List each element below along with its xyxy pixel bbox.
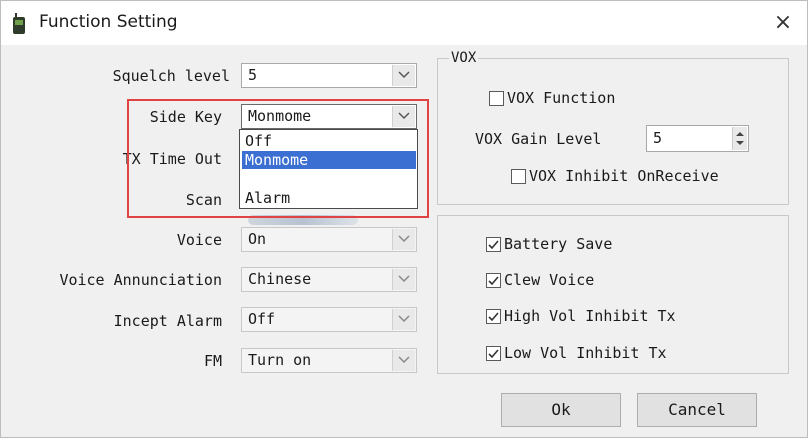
dropdown-arrow-icon[interactable] [392,65,415,86]
fm-select[interactable]: Turn on [241,348,417,373]
squelch-level-select[interactable]: 5 [241,63,417,88]
checkbox-box[interactable] [486,308,501,324]
vox-gain-label: VOX Gain Level [475,130,602,148]
clew-voice-checkbox[interactable]: Clew Voice [486,271,594,289]
checkmark-icon [488,239,499,249]
incept-alarm-select[interactable]: Off [241,307,417,332]
checkbox-box[interactable] [486,236,501,252]
vox-gain-value: 5 [653,129,663,147]
voice-annunciation-value: Chinese [248,270,312,288]
dropdown-arrow-icon[interactable] [392,309,415,330]
title-bar: Function Setting × [1,1,807,45]
fm-label: FM [203,352,222,370]
ok-button[interactable]: Ok [501,393,621,427]
voice-annunciation-select[interactable]: Chinese [241,267,417,292]
checkmark-icon [488,275,499,285]
low-vol-inhibit-label: Low Vol Inhibit Tx [504,344,667,362]
fm-value: Turn on [248,351,312,369]
checkmark-icon [488,311,499,321]
squelch-label: Squelch level [112,67,230,85]
dropdown-arrow-icon[interactable] [392,350,415,371]
function-setting-dialog: Function Setting × Squelch level Side Ke… [0,0,808,438]
clew-voice-label: Clew Voice [504,271,595,289]
voice-label: Voice [176,231,222,249]
voice-annunciation-label: Voice Annunciation [59,271,222,289]
voice-value: On [248,230,267,248]
side-key-highlight-box [127,99,429,218]
radio-app-icon [13,13,25,34]
vox-function-checkbox[interactable]: VOX Function [489,89,615,107]
high-vol-inhibit-label: High Vol Inhibit Tx [504,307,676,325]
checkmark-icon [488,348,499,358]
checkbox-box[interactable] [511,168,526,184]
checkbox-box[interactable] [486,345,501,361]
dropdown-arrow-icon[interactable] [392,269,415,290]
checkbox-box[interactable] [489,90,504,106]
squelch-value: 5 [248,66,258,84]
spin-arrows-icon[interactable] [732,127,747,150]
close-icon[interactable]: × [769,9,797,37]
high-vol-inhibit-checkbox[interactable]: High Vol Inhibit Tx [486,307,676,325]
vox-function-label: VOX Function [507,89,616,107]
voice-select[interactable]: On [241,227,417,252]
low-vol-inhibit-checkbox[interactable]: Low Vol Inhibit Tx [486,344,667,362]
dropdown-arrow-icon[interactable] [392,229,415,250]
vox-group-title: VOX [449,50,479,66]
battery-save-checkbox[interactable]: Battery Save [486,235,612,253]
vox-inhibit-label: VOX Inhibit OnReceive [529,167,719,185]
incept-alarm-label: Incept Alarm [113,312,222,330]
incept-alarm-value: Off [248,310,276,328]
vox-gain-spinner[interactable]: 5 [646,125,749,152]
vox-inhibit-checkbox[interactable]: VOX Inhibit OnReceive [511,167,719,185]
window-title: Function Setting [39,12,178,32]
checkbox-box[interactable] [486,272,501,288]
battery-save-label: Battery Save [504,235,613,253]
cancel-button[interactable]: Cancel [637,393,757,427]
